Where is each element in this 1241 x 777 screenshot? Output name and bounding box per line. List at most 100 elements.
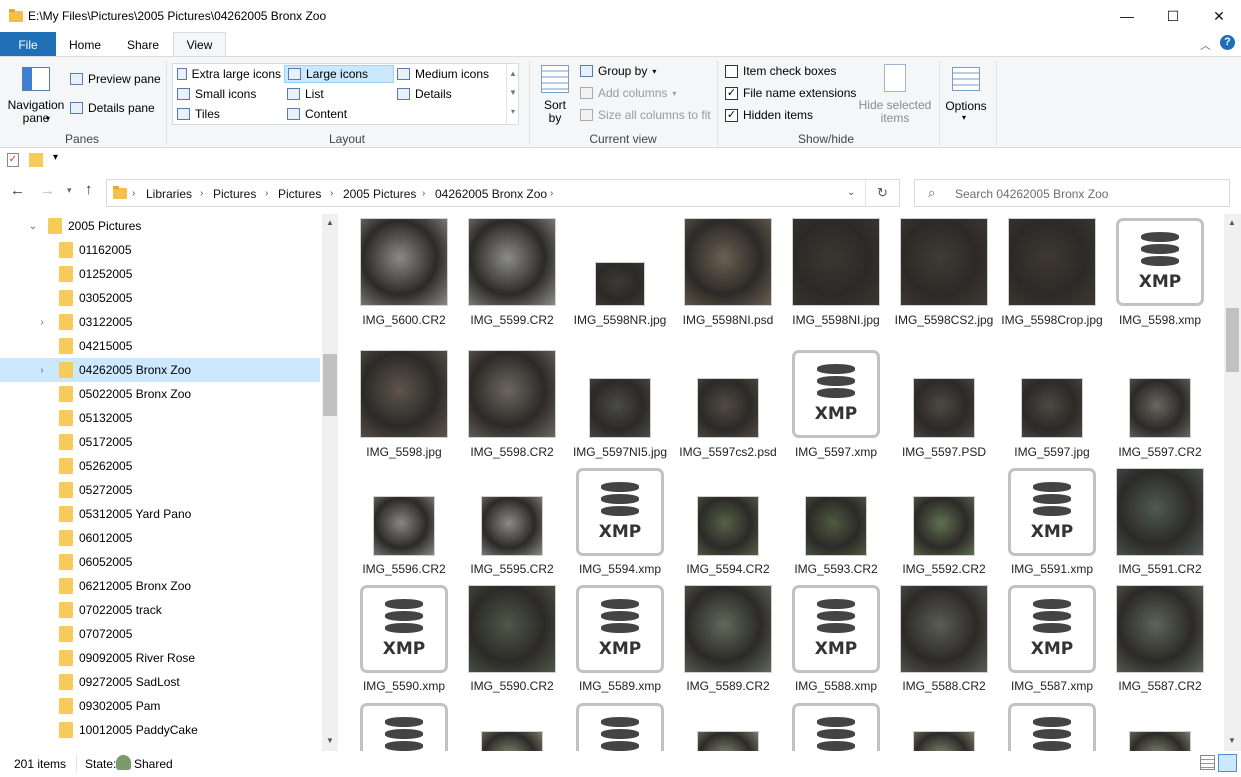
sort-by-button[interactable]: Sort by <box>540 99 570 125</box>
search-box[interactable]: ⌕ Search 04262005 Bronx Zoo <box>914 179 1230 207</box>
hidden-items-toggle[interactable]: ✓ Hidden items <box>725 108 813 122</box>
nav-item[interactable]: 05132005 <box>0 406 320 430</box>
nav-item[interactable]: 05272005 <box>0 478 320 502</box>
medium-icons-icon <box>397 68 410 80</box>
details-pane-button[interactable]: Details pane <box>70 101 155 115</box>
tab-home[interactable]: Home <box>60 32 110 57</box>
nav-item[interactable]: 06052005 <box>0 550 320 574</box>
chevron-right-icon[interactable]: › <box>35 317 49 328</box>
crumb-libraries[interactable]: Libraries <box>146 187 192 201</box>
layout-list[interactable]: List <box>284 85 394 103</box>
layout-details[interactable]: Details <box>394 85 504 103</box>
search-input[interactable]: Search 04262005 Bronx Zoo <box>955 187 1108 201</box>
content-scrollbar[interactable]: ▲ ▼ <box>1224 214 1241 751</box>
photo-thumbnail <box>697 496 759 556</box>
large-icons-view-icon[interactable] <box>1218 754 1237 772</box>
file-name: IMG_5595.CR2 <box>470 562 554 576</box>
tab-view[interactable]: View <box>173 32 226 57</box>
nav-item-selected[interactable]: › 04262005 Bronx Zoo <box>0 358 320 382</box>
address-history-icon[interactable]: ⌄ <box>847 187 855 198</box>
chevron-right-icon: › <box>550 188 554 199</box>
layout-extra-large-icons[interactable]: Extra large icons <box>174 65 284 83</box>
database-icon <box>1141 232 1179 266</box>
folder-icon <box>113 186 127 199</box>
nav-item[interactable]: 05262005 <box>0 454 320 478</box>
file-name-extensions-toggle[interactable]: ✓ File name extensions <box>725 86 856 100</box>
scroll-down-icon[interactable]: ▼ <box>1228 736 1236 745</box>
nav-item[interactable]: 05172005 <box>0 430 320 454</box>
layout-tiles[interactable]: Tiles <box>174 105 284 123</box>
item-count: 201 items <box>14 757 67 771</box>
layout-small-icons[interactable]: Small icons <box>174 85 284 103</box>
nav-item[interactable]: 06212005 Bronx Zoo <box>0 574 320 598</box>
folder-icon <box>48 218 62 234</box>
nav-item-label: 04215005 <box>79 339 133 353</box>
address-bar[interactable]: › Libraries › Pictures › Pictures › 2005… <box>106 179 900 207</box>
nav-item[interactable]: 07022005 track <box>0 598 320 622</box>
nav-item[interactable]: 10012005 PaddyCake <box>0 718 320 742</box>
nav-item[interactable]: 07072005 <box>0 622 320 646</box>
crumb-pictures[interactable]: Pictures <box>213 187 256 201</box>
layout-large-icons[interactable]: Large icons <box>284 65 394 83</box>
nav-item[interactable]: 04215005 <box>0 334 320 358</box>
nav-item[interactable]: 06012005 <box>0 526 320 550</box>
navigation-pane-button[interactable]: Navigation pane <box>4 99 68 125</box>
back-button[interactable]: ← <box>10 182 25 199</box>
scroll-up-icon[interactable]: ▲ <box>1228 218 1236 227</box>
close-button[interactable]: ✕ <box>1196 0 1241 32</box>
layout-content[interactable]: Content <box>284 105 394 123</box>
crumb-2005-pictures[interactable]: 2005 Pictures <box>343 187 416 201</box>
database-icon <box>1033 482 1071 516</box>
layout-medium-icons[interactable]: Medium icons <box>394 65 504 83</box>
forward-button[interactable]: → <box>40 182 55 199</box>
nav-item[interactable]: 05312005 Yard Pano <box>0 502 320 526</box>
nav-item[interactable]: 09272005 SadLost <box>0 670 320 694</box>
nav-scrollbar[interactable]: ▲ ▼ <box>322 214 338 751</box>
maximize-button[interactable]: ☐ <box>1150 0 1196 32</box>
recent-locations-icon[interactable]: ▾ <box>67 185 72 196</box>
nav-item[interactable]: ⌄ 2005 Pictures <box>0 214 320 238</box>
file-name: IMG_5599.CR2 <box>470 313 554 327</box>
add-columns-button[interactable]: Add columns ▾ <box>580 86 676 100</box>
nav-scrollbar-thumb[interactable] <box>323 354 337 416</box>
chevron-right-icon[interactable]: › <box>35 365 49 376</box>
tab-share[interactable]: Share <box>118 32 168 57</box>
help-icon[interactable]: ? <box>1220 35 1235 50</box>
crumb-current-folder[interactable]: 04262005 Bronx Zoo <box>435 187 547 201</box>
nav-item-label: 2005 Pictures <box>68 219 142 233</box>
nav-item[interactable]: 01162005 <box>0 238 320 262</box>
up-button[interactable]: ↑ <box>85 181 93 198</box>
nav-item[interactable]: › 03122005 <box>0 310 320 334</box>
tab-file[interactable]: File <box>0 32 56 57</box>
options-button[interactable]: Options <box>940 99 992 113</box>
refresh-icon[interactable]: ↻ <box>877 185 888 201</box>
minimize-button[interactable]: — <box>1104 0 1150 32</box>
customize-toolbar-icon[interactable]: ▾ <box>53 152 58 163</box>
details-view-icon[interactable] <box>1200 755 1215 770</box>
collapse-ribbon-icon[interactable]: ︿ <box>1200 37 1211 53</box>
size-all-columns-button[interactable]: Size all columns to fit <box>580 108 711 122</box>
hide-selected-items-button[interactable]: Hide selected items <box>856 99 934 125</box>
layout-scroll[interactable]: ▲ ▼ ▾ <box>506 64 519 124</box>
scroll-up-icon[interactable]: ▲ <box>326 218 334 227</box>
nav-item[interactable]: 01252005 <box>0 262 320 286</box>
xmp-file-icon: XMP <box>1116 218 1204 306</box>
nav-item[interactable]: 05022005 Bronx Zoo <box>0 382 320 406</box>
content-icon <box>287 108 300 120</box>
item-check-boxes-toggle[interactable]: Item check boxes <box>725 64 836 78</box>
group-by-button[interactable]: Group by ▾ <box>580 64 656 78</box>
new-folder-icon[interactable] <box>29 153 43 167</box>
nav-item[interactable]: 03052005 <box>0 286 320 310</box>
scroll-down-icon[interactable]: ▼ <box>326 736 334 745</box>
photo-thumbnail <box>913 496 975 556</box>
nav-item[interactable]: 09092005 River Rose <box>0 646 320 670</box>
file-grid: IMG_5600.CR2 IMG_5599.CR2 IMG_5598NR.jpg IM… <box>340 214 1224 751</box>
nav-item[interactable]: 09302005 Pam <box>0 694 320 718</box>
properties-icon[interactable]: ✓ <box>7 153 19 167</box>
preview-pane-button[interactable]: Preview pane <box>70 72 161 86</box>
content-scrollbar-thumb[interactable] <box>1226 308 1239 372</box>
nav-item-label: 06012005 <box>79 531 133 545</box>
chevron-down-icon[interactable]: ⌄ <box>26 221 40 232</box>
crumb-pictures-2[interactable]: Pictures <box>278 187 321 201</box>
file-name: IMG_5596.CR2 <box>362 562 446 576</box>
